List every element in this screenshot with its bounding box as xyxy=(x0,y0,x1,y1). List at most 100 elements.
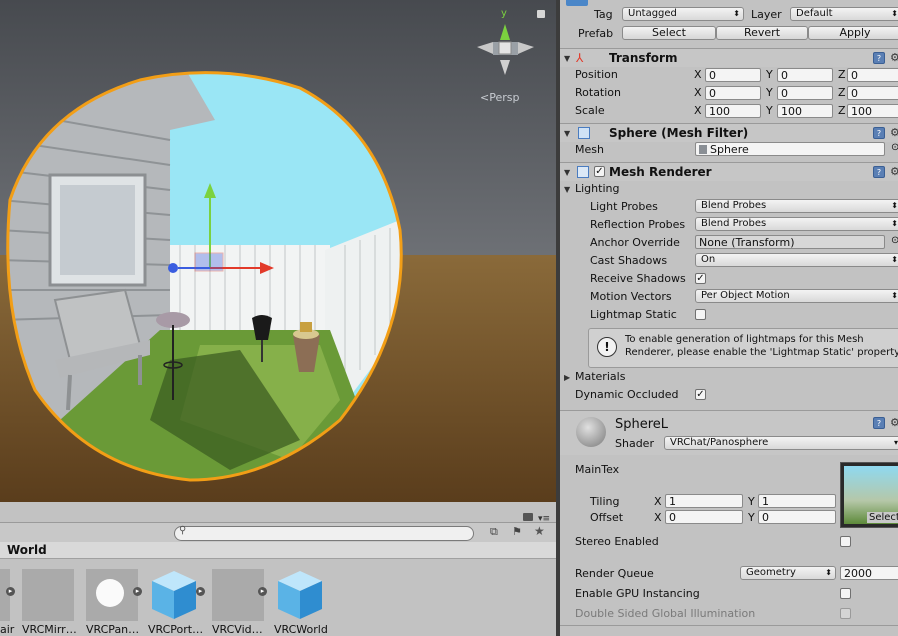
lightmap-static-label: Lightmap Static xyxy=(590,308,677,321)
shader-dropdown[interactable]: VRChat/Panosphere ▾ xyxy=(664,436,898,450)
expand-arrow-icon[interactable]: ▸ xyxy=(196,587,205,596)
axis-z-label: Z xyxy=(838,68,846,81)
layer-dropdown[interactable]: Default ⬍ xyxy=(790,7,898,21)
mesh-label: Mesh xyxy=(575,143,604,156)
help-icon[interactable]: ? xyxy=(873,127,885,139)
transform-header[interactable]: ▼ ⅄ Transform ? ⚙ xyxy=(560,48,898,67)
rotation-y-field[interactable]: 0 xyxy=(777,86,833,100)
search-input[interactable]: ⚲ xyxy=(174,525,474,541)
anchor-override-field[interactable]: None (Transform) xyxy=(695,235,885,249)
asset-label: VRCPan… xyxy=(86,623,140,636)
persp-label[interactable]: <Persp xyxy=(480,91,519,104)
fold-arrow-icon[interactable]: ▼ xyxy=(564,185,570,194)
gear-icon[interactable]: ⚙ xyxy=(890,165,898,178)
offset-x-field[interactable]: 0 xyxy=(665,510,743,524)
asset-tile[interactable] xyxy=(276,569,328,621)
position-y-field[interactable]: 0 xyxy=(777,68,833,82)
label-icon[interactable]: ⚑ xyxy=(512,525,522,538)
lighting-label[interactable]: Lighting xyxy=(575,182,619,195)
help-icon[interactable]: ? xyxy=(873,166,885,178)
axis-x-label: X xyxy=(694,104,702,117)
scene-view[interactable]: y <Persp xyxy=(0,0,556,502)
tag-dropdown[interactable]: Untagged ⬍ xyxy=(622,7,744,21)
gear-icon[interactable]: ⚙ xyxy=(890,416,898,429)
maintex-slot[interactable]: Select xyxy=(840,462,898,528)
lock-icon[interactable] xyxy=(537,10,545,18)
asset-tile[interactable] xyxy=(212,569,264,621)
help-icon[interactable]: ? xyxy=(873,417,885,429)
axis-y-label: Y xyxy=(748,511,755,524)
tiling-y-field[interactable]: 1 xyxy=(758,494,836,508)
mesh-renderer-enabled-checkbox[interactable]: ✓ xyxy=(594,166,605,177)
dynamic-occluded-checkbox[interactable]: ✓ xyxy=(695,389,706,400)
scale-y-field[interactable]: 100 xyxy=(777,104,833,118)
fold-arrow-icon[interactable]: ▼ xyxy=(564,168,570,177)
lightmap-info-box: ! To enable generation of lightmaps for … xyxy=(588,328,898,368)
asset-label: VRCWorld xyxy=(274,623,328,636)
scene-canvas[interactable]: y xyxy=(0,0,556,502)
folder-title[interactable]: World xyxy=(7,543,47,557)
asset-tile[interactable] xyxy=(150,569,202,621)
offset-y-field[interactable]: 0 xyxy=(758,510,836,524)
help-icon[interactable]: ? xyxy=(873,52,885,64)
stereo-enabled-checkbox[interactable] xyxy=(840,536,851,547)
filter-type-icon[interactable]: ⧉ xyxy=(490,525,498,539)
asset-tile[interactable] xyxy=(86,569,138,621)
expand-arrow-icon[interactable]: ▸ xyxy=(133,587,142,596)
position-z-field[interactable]: 0 xyxy=(847,68,898,82)
gear-icon[interactable]: ⚙ xyxy=(890,126,898,139)
prefab-select-button[interactable]: Select xyxy=(622,26,716,40)
inspector-panel: Tag Untagged ⬍ Layer Default ⬍ Prefab Sele… xyxy=(560,0,898,636)
light-probes-dropdown[interactable]: Blend Probes ⬍ xyxy=(695,199,898,213)
reflection-probes-dropdown[interactable]: Blend Probes ⬍ xyxy=(695,217,898,231)
expand-arrow-icon[interactable]: ▸ xyxy=(258,587,267,596)
gpu-instancing-checkbox[interactable] xyxy=(840,588,851,599)
lightmap-static-checkbox[interactable] xyxy=(695,309,706,320)
dropdown-arrow-icon: ⬍ xyxy=(891,201,898,210)
expand-arrow-icon[interactable]: ▶ xyxy=(564,373,570,382)
expand-arrow-icon[interactable]: ▸ xyxy=(6,587,15,596)
position-label: Position xyxy=(575,68,618,81)
axis-z-label: Z xyxy=(838,104,846,117)
render-queue-dropdown[interactable]: Geometry ⬍ xyxy=(740,566,836,580)
mesh-renderer-header[interactable]: ▼ ✓ Mesh Renderer ? ⚙ xyxy=(560,162,898,181)
prefab-revert-button[interactable]: Revert xyxy=(716,26,808,40)
reflection-probes-value: Blend Probes xyxy=(701,218,767,229)
lock-icon[interactable] xyxy=(523,513,533,521)
object-picker-icon[interactable]: ⊙ xyxy=(891,142,898,153)
prefab-apply-button[interactable]: Apply xyxy=(808,26,898,40)
render-queue-field[interactable]: 2000 xyxy=(840,566,898,580)
transform-title: Transform xyxy=(609,51,678,65)
materials-label[interactable]: Materials xyxy=(575,370,625,383)
motion-vectors-dropdown[interactable]: Per Object Motion ⬍ xyxy=(695,289,898,303)
prefab-label: Prefab xyxy=(578,27,614,40)
tiling-x-field[interactable]: 1 xyxy=(665,494,743,508)
position-x-field[interactable]: 0 xyxy=(705,68,761,82)
mesh-field[interactable]: Sphere xyxy=(695,142,885,156)
material-name: SphereL xyxy=(615,417,669,432)
scale-row: Scale X 100 Y 100 Z 100 xyxy=(560,103,898,121)
axis-z-label: Z xyxy=(838,86,846,99)
rotation-row: Rotation X 0 Y 0 Z 0 xyxy=(560,85,898,103)
scale-z-field[interactable]: 100 xyxy=(847,104,898,118)
material-header[interactable]: SphereL Shader VRChat/Panosphere ▾ ? ⚙ xyxy=(560,410,898,455)
favorite-star-icon[interactable]: ★ xyxy=(534,524,545,538)
object-picker-icon[interactable]: ⊙ xyxy=(891,235,898,246)
fold-arrow-icon[interactable]: ▼ xyxy=(564,54,570,63)
asset-tile[interactable] xyxy=(22,569,74,621)
mesh-value: Sphere xyxy=(710,143,749,156)
rotation-z-field[interactable]: 0 xyxy=(847,86,898,100)
stereo-enabled-label: Stereo Enabled xyxy=(575,535,659,548)
dropdown-arrow-icon: ⬍ xyxy=(891,9,898,18)
gear-icon[interactable]: ⚙ xyxy=(890,51,898,64)
asset-label: air xyxy=(0,623,15,636)
double-sided-gi-label: Double Sided Global Illumination xyxy=(575,607,756,620)
shader-label: Shader xyxy=(615,437,654,450)
cast-shadows-dropdown[interactable]: On ⬍ xyxy=(695,253,898,267)
rotation-x-field[interactable]: 0 xyxy=(705,86,761,100)
scale-x-field[interactable]: 100 xyxy=(705,104,761,118)
fold-arrow-icon[interactable]: ▼ xyxy=(564,129,570,138)
texture-select-button[interactable]: Select xyxy=(867,512,898,523)
receive-shadows-checkbox[interactable]: ✓ xyxy=(695,273,706,284)
mesh-filter-header[interactable]: ▼ Sphere (Mesh Filter) ? ⚙ xyxy=(560,123,898,142)
